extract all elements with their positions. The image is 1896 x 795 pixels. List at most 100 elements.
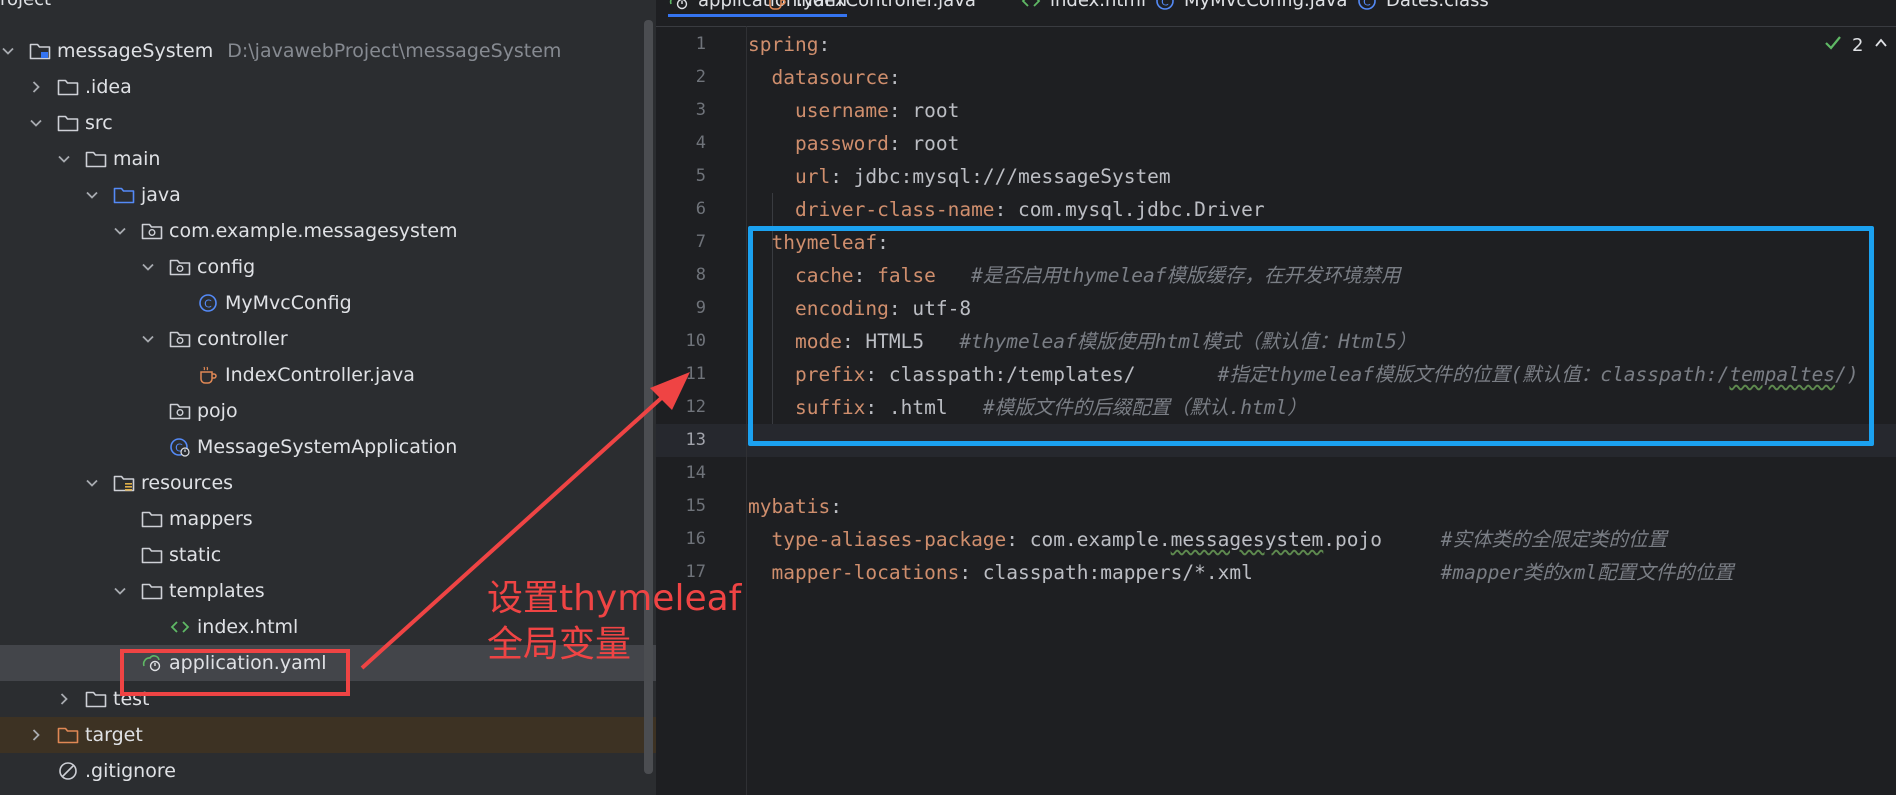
code-line[interactable]: username: root — [748, 94, 959, 127]
line-number: 1 — [695, 34, 706, 54]
chevron-down-icon[interactable] — [1, 44, 15, 58]
tree-item-java[interactable]: java — [0, 177, 656, 213]
line-number: 4 — [695, 133, 706, 153]
line-number: 15 — [685, 496, 706, 516]
code-line[interactable]: type-aliases-package: com.example.messag… — [748, 523, 1667, 556]
code-comment: #实体类的全限定类的位置 — [1440, 528, 1667, 551]
tab-indexcontroller-java[interactable]: IndexController.java — [766, 0, 976, 14]
resources-folder-icon — [113, 473, 135, 493]
tab-dates-class[interactable]: C Dates.class — [1356, 0, 1489, 14]
svg-text:C: C — [1161, 0, 1169, 9]
yaml-value: : — [888, 66, 901, 89]
code-line[interactable]: mybatis: — [748, 490, 842, 523]
yaml-key: username — [794, 99, 889, 122]
tree-item-gitignore[interactable]: .gitignore — [0, 753, 656, 789]
java-class-icon: C — [1154, 0, 1176, 11]
tree-item-mappers[interactable]: mappers — [0, 501, 656, 537]
yaml-value — [748, 132, 795, 155]
yaml-value — [748, 528, 771, 551]
html-file-icon — [169, 617, 191, 637]
tree-item-target[interactable]: target — [0, 717, 656, 753]
yaml-value: messagesystem — [1170, 528, 1324, 551]
tab-index-html[interactable]: index.html — [1020, 0, 1146, 14]
tree-item-messagesystemapplication[interactable]: C MessageSystemApplication — [0, 429, 656, 465]
yaml-config-icon — [668, 0, 690, 11]
yaml-key: url — [794, 165, 831, 188]
tree-item-label: pojo — [197, 400, 238, 422]
tree-item-idea[interactable]: .idea — [0, 69, 656, 105]
tab-label: Dates.class — [1386, 0, 1489, 11]
tree-item-label: config — [197, 256, 256, 278]
line-number-gutter: 1 2 3 4 5 6 7 8 9 10 11 12 13 14 15 16 17 — [656, 26, 746, 795]
code-line[interactable]: url: jdbc:mysql:///messageSystem — [748, 160, 1171, 193]
code-line[interactable]: driver-class-name: com.mysql.jdbc.Driver — [748, 193, 1265, 226]
chevron-down-icon[interactable] — [113, 224, 127, 238]
annotation-text-line1: 设置thymeleaf — [487, 578, 742, 619]
code-line[interactable]: spring: — [748, 28, 830, 61]
code-line[interactable]: password: root — [748, 127, 959, 160]
line-number: 5 — [695, 166, 706, 186]
line-number: 13 — [685, 430, 706, 450]
code-line[interactable]: datasource: — [748, 61, 901, 94]
yaml-key: mapper-locations — [771, 561, 960, 584]
yaml-value: : jdbc:mysql:///messageSystem — [830, 165, 1171, 188]
tree-item-static[interactable]: static — [0, 537, 656, 573]
code-comment: #mapper类的xml配置文件的位置 — [1440, 561, 1734, 584]
yaml-value — [748, 66, 771, 89]
yaml-value: : root — [888, 132, 960, 155]
line-number: 14 — [685, 463, 706, 483]
chevron-down-icon[interactable] — [29, 116, 43, 130]
chevron-down-icon[interactable] — [85, 188, 99, 202]
code-line[interactable]: mapper-locations: classpath:mappers/*.xm… — [748, 556, 1734, 589]
tree-item-main[interactable]: main — [0, 141, 656, 177]
tree-item-messagesystem[interactable]: messageSystem D:\javawebProject\messageSy… — [0, 33, 641, 69]
tree-item-mymvcconfig[interactable]: C MyMvcConfig — [0, 285, 656, 321]
tree-item-label: .gitignore — [85, 760, 176, 782]
tree-item-label: resources — [141, 472, 234, 494]
folder-icon — [57, 77, 79, 97]
tree-item-pojo[interactable]: pojo — [0, 393, 656, 429]
chevron-right-icon[interactable] — [29, 80, 43, 94]
yaml-value — [748, 561, 771, 584]
line-number: 11 — [685, 364, 706, 384]
yaml-value: : — [818, 33, 831, 56]
chevron-down-icon[interactable] — [57, 152, 71, 166]
tab-mymvcconfig-java[interactable]: C MyMvcConfig.java — [1154, 0, 1347, 14]
tree-item-config[interactable]: config — [0, 249, 656, 285]
line-number: 16 — [685, 529, 706, 549]
folder-icon — [85, 689, 107, 709]
yaml-key: driver-class-name — [794, 198, 995, 221]
tree-item-label: controller — [197, 328, 288, 350]
chevron-right-icon[interactable] — [29, 728, 43, 742]
line-number: 9 — [695, 298, 706, 318]
source-folder-icon — [113, 185, 135, 205]
tree-item-controller[interactable]: controller — [0, 321, 656, 357]
module-path: D:\javawebProject\messageSystem — [227, 40, 562, 62]
tree-item-label: target — [85, 724, 143, 746]
tree-item-src[interactable]: src — [0, 105, 656, 141]
chevron-down-icon[interactable] — [141, 332, 155, 346]
line-number: 3 — [695, 100, 706, 120]
chevron-down-icon[interactable] — [85, 476, 99, 490]
tree-item-label: messageSystem — [57, 40, 214, 62]
chevron-down-icon[interactable] — [141, 260, 155, 274]
module-folder-icon — [29, 41, 51, 61]
check-icon — [1824, 34, 1842, 57]
folder-icon — [57, 113, 79, 133]
folder-icon — [85, 149, 107, 169]
yaml-value: : classpath:mappers/*.xml — [959, 561, 1441, 584]
inspection-widget[interactable]: 2 — [1824, 34, 1889, 57]
package-icon — [169, 329, 191, 349]
tree-item-com-example-messagesystem[interactable]: com.example.messagesystem — [0, 213, 656, 249]
chevron-right-icon[interactable] — [57, 692, 71, 706]
package-icon — [169, 257, 191, 277]
tree-item-indexcontroller-java[interactable]: IndexController.java — [0, 357, 656, 393]
package-icon — [141, 221, 163, 241]
tree-item-resources[interactable]: resources — [0, 465, 656, 501]
yaml-key: datasource — [771, 66, 889, 89]
chevron-down-icon[interactable] — [113, 584, 127, 598]
chevron-up-icon[interactable] — [1873, 35, 1889, 56]
folder-icon — [141, 581, 163, 601]
tree-item-label: templates — [169, 580, 265, 602]
folder-icon — [141, 545, 163, 565]
